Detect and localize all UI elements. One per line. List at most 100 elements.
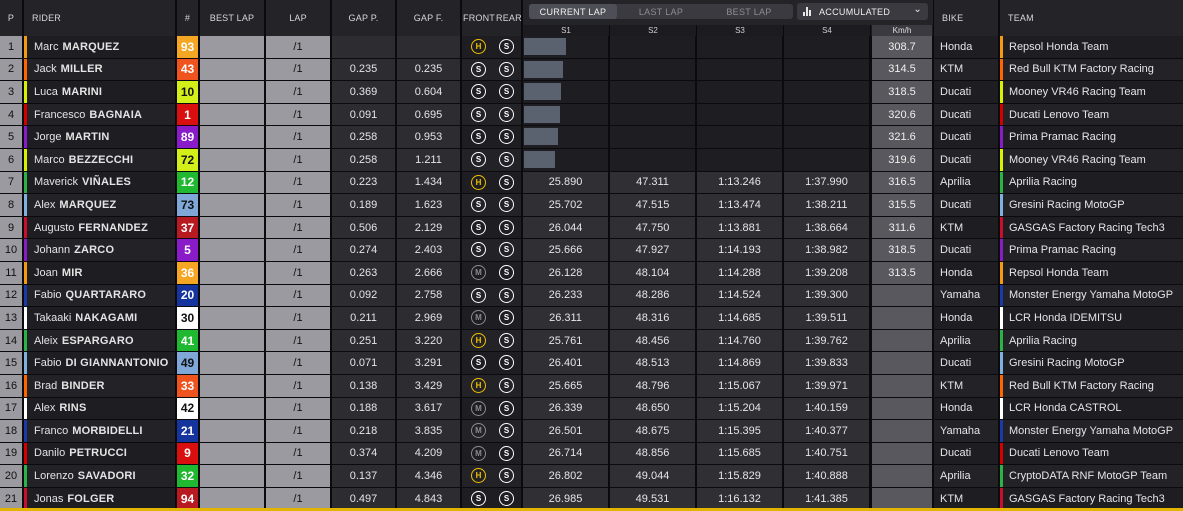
rider-number-badge: 36 xyxy=(177,261,198,284)
rider-cell[interactable]: Brad BINDER xyxy=(24,374,175,397)
gap-first-cell: 4.209 xyxy=(397,442,460,465)
table-row[interactable]: 4 Francesco BAGNAIA 1/1 0.091 0.695 S S 320.6 Duc… xyxy=(0,103,1183,127)
rider-cell[interactable]: Jorge MARTIN xyxy=(24,126,175,148)
rider-cell[interactable]: Jack MILLER xyxy=(24,58,175,81)
table-row[interactable]: 18 Franco MORBIDELLI 21/1 0.218 3.835 M S 26.501… xyxy=(0,420,1183,443)
bike-cell: Honda xyxy=(934,307,998,329)
rider-cell[interactable]: Alex RINS xyxy=(24,397,175,420)
best-lap-cell xyxy=(200,284,264,307)
rider-cell[interactable]: Lorenzo SAVADORI xyxy=(24,465,175,487)
tab-best-lap[interactable]: BEST LAP xyxy=(705,4,793,19)
gap-prev-cell: 0.218 xyxy=(332,420,395,442)
sector1-cell: 25.665 xyxy=(523,374,609,397)
sector3-cell: 1:14.288 xyxy=(697,261,783,284)
position-cell: 17 xyxy=(0,397,22,420)
table-row[interactable]: 19 Danilo PETRUCCI 9/1 0.374 4.209 M S 26.714 48.… xyxy=(0,442,1183,466)
team-cell: LCR Honda IDEMITSU xyxy=(1000,307,1183,329)
rider-cell[interactable]: Takaaki NAKAGAMI xyxy=(24,307,175,329)
header-rear[interactable]: REAR xyxy=(496,13,522,23)
rider-cell[interactable]: Franco MORBIDELLI xyxy=(24,420,175,442)
header-gap-p[interactable]: GAP P. xyxy=(332,0,395,36)
table-row[interactable]: 5 Jorge MARTIN 89/1 0.258 0.953 S S 321.6 Ducati P… xyxy=(0,126,1183,149)
best-lap-cell xyxy=(200,103,264,126)
speed-cell xyxy=(872,307,932,329)
speed-cell xyxy=(872,420,932,442)
header-number[interactable]: # xyxy=(177,0,198,36)
table-row[interactable]: 10 Johann ZARCO 5/1 0.274 2.403 S S 25.666 47.927… xyxy=(0,239,1183,262)
sector2-cell: 48.513 xyxy=(610,352,696,374)
sector1-cell: 26.802 xyxy=(523,465,609,487)
table-row[interactable]: 2 Jack MILLER 43/1 0.235 0.235 S S 314.5 KTM Red B… xyxy=(0,58,1183,82)
table-row[interactable]: 3 Luca MARINI 10/1 0.369 0.604 S S 318.5 Ducati Mo… xyxy=(0,81,1183,104)
sector4-cell: 1:37.990 xyxy=(784,171,870,194)
rider-cell[interactable]: Joan MIR xyxy=(24,261,175,284)
sector1-time: 26.714 xyxy=(548,447,583,460)
tab-last-lap[interactable]: LAST LAP xyxy=(617,4,705,19)
rider-cell[interactable]: Alex MARQUEZ xyxy=(24,194,175,216)
table-row[interactable]: 12 Fabio QUARTARARO 20/1 0.092 2.758 S S 26.233 4… xyxy=(0,284,1183,308)
tyres-cell: SS xyxy=(462,352,521,374)
header-bike[interactable]: BIKE xyxy=(934,0,998,36)
table-header: P RIDER # BEST LAP LAP GAP P. GAP F. FRO… xyxy=(0,0,1183,36)
sector2-cell: 47.750 xyxy=(610,216,696,239)
rider-cell[interactable]: Jonas FOLGER xyxy=(24,487,175,510)
table-row[interactable]: 14 Aleix ESPARGARO 41/1 0.251 3.220 H S 25.761 48… xyxy=(0,329,1183,353)
rider-cell[interactable]: Marc MARQUEZ xyxy=(24,36,175,58)
table-row[interactable]: 20 Lorenzo SAVADORI 32/1 0.137 4.346 H S 26.802 4… xyxy=(0,465,1183,488)
rider-cell[interactable]: Aleix ESPARGARO xyxy=(24,329,175,352)
sector3-cell: 1:14.685 xyxy=(697,307,783,329)
table-row[interactable]: 16 Brad BINDER 33/1 0.138 3.429 H S 25.665 48.796… xyxy=(0,374,1183,398)
table-row[interactable]: 8 Alex MARQUEZ 73/1 0.189 1.623 S S 25.702 47.515… xyxy=(0,194,1183,217)
front-tyre-icon: S xyxy=(471,219,486,235)
table-row[interactable]: 13 Takaaki NAKAGAMI 30/1 0.211 2.969 M S 26.311 4… xyxy=(0,307,1183,330)
rider-cell[interactable]: Fabio QUARTARARO xyxy=(24,284,175,307)
header-rider[interactable]: RIDER xyxy=(24,0,175,36)
rider-cell[interactable]: Danilo PETRUCCI xyxy=(24,442,175,465)
lap-cell: /1 xyxy=(266,148,330,171)
tyres-cell: HS xyxy=(462,329,521,352)
rider-cell[interactable]: Maverick VIÑALES xyxy=(24,171,175,194)
speed-cell xyxy=(872,352,932,374)
header-lap[interactable]: LAP xyxy=(266,0,330,36)
rider-cell[interactable]: Marco BEZZECCHI xyxy=(24,148,175,171)
position-cell: 13 xyxy=(0,307,22,329)
rider-cell[interactable]: Fabio DI GIANNANTONIO xyxy=(24,352,175,374)
table-row[interactable]: 9 Augusto FERNANDEZ 37/1 0.506 2.129 S S 26.044 4… xyxy=(0,216,1183,240)
tab-current-lap[interactable]: CURRENT LAP xyxy=(529,4,617,19)
table-row[interactable]: 6 Marco BEZZECCHI 72/1 0.258 1.211 S S 319.6 Duca… xyxy=(0,148,1183,172)
accumulated-dropdown[interactable]: ACCUMULATED ⌄ xyxy=(797,3,928,20)
team-cell: Ducati Lenovo Team xyxy=(1000,442,1183,465)
table-row[interactable]: 7 Maverick VIÑALES 12/1 0.223 1.434 H S 25.890 47… xyxy=(0,171,1183,195)
rider-number-badge: 1 xyxy=(177,103,198,126)
position-cell: 9 xyxy=(0,216,22,239)
best-lap-cell xyxy=(200,465,264,487)
rider-last-name: VIÑALES xyxy=(82,176,132,189)
table-row[interactable]: 1 Marc MARQUEZ 93/1 H S 308.7 Honda Repsol Honda… xyxy=(0,36,1183,59)
table-row[interactable]: 11 Joan MIR 36/1 0.263 2.666 M S 26.128 48.104 1:1… xyxy=(0,261,1183,285)
rear-tyre-icon: S xyxy=(499,197,514,213)
sector1-cell: 25.890 xyxy=(523,171,609,194)
rider-cell[interactable]: Francesco BAGNAIA xyxy=(24,103,175,126)
header-kmh[interactable]: Km/h xyxy=(872,25,932,36)
rider-cell[interactable]: Johann ZARCO xyxy=(24,239,175,261)
speed-cell: 321.6 xyxy=(872,126,932,148)
rider-first-name: Augusto xyxy=(34,221,75,234)
sector1-cell: 25.666 xyxy=(523,239,609,261)
gap-prev-cell: 0.188 xyxy=(332,397,395,420)
rider-number-badge: 10 xyxy=(177,81,198,103)
rider-last-name: MARQUEZ xyxy=(59,198,117,211)
header-gap-f[interactable]: GAP F. xyxy=(397,0,460,36)
rider-cell[interactable]: Augusto FERNANDEZ xyxy=(24,216,175,239)
table-row[interactable]: 17 Alex RINS 42/1 0.188 3.617 M S 26.339 48.650 1:… xyxy=(0,397,1183,421)
sector4-cell xyxy=(784,126,870,148)
header-front[interactable]: FRONT xyxy=(463,13,495,23)
header-pos[interactable]: P xyxy=(0,0,22,36)
front-tyre-icon: S xyxy=(471,151,486,167)
header-best-lap[interactable]: BEST LAP xyxy=(200,0,264,36)
header-team[interactable]: TEAM xyxy=(1000,0,1183,36)
sector3-cell xyxy=(697,103,783,126)
table-row[interactable]: 15 Fabio DI GIANNANTONIO 49/1 0.071 3.291 S S 26… xyxy=(0,352,1183,375)
team-cell: Gresini Racing MotoGP xyxy=(1000,352,1183,374)
lap-progress-bar xyxy=(524,150,555,168)
rider-cell[interactable]: Luca MARINI xyxy=(24,81,175,103)
